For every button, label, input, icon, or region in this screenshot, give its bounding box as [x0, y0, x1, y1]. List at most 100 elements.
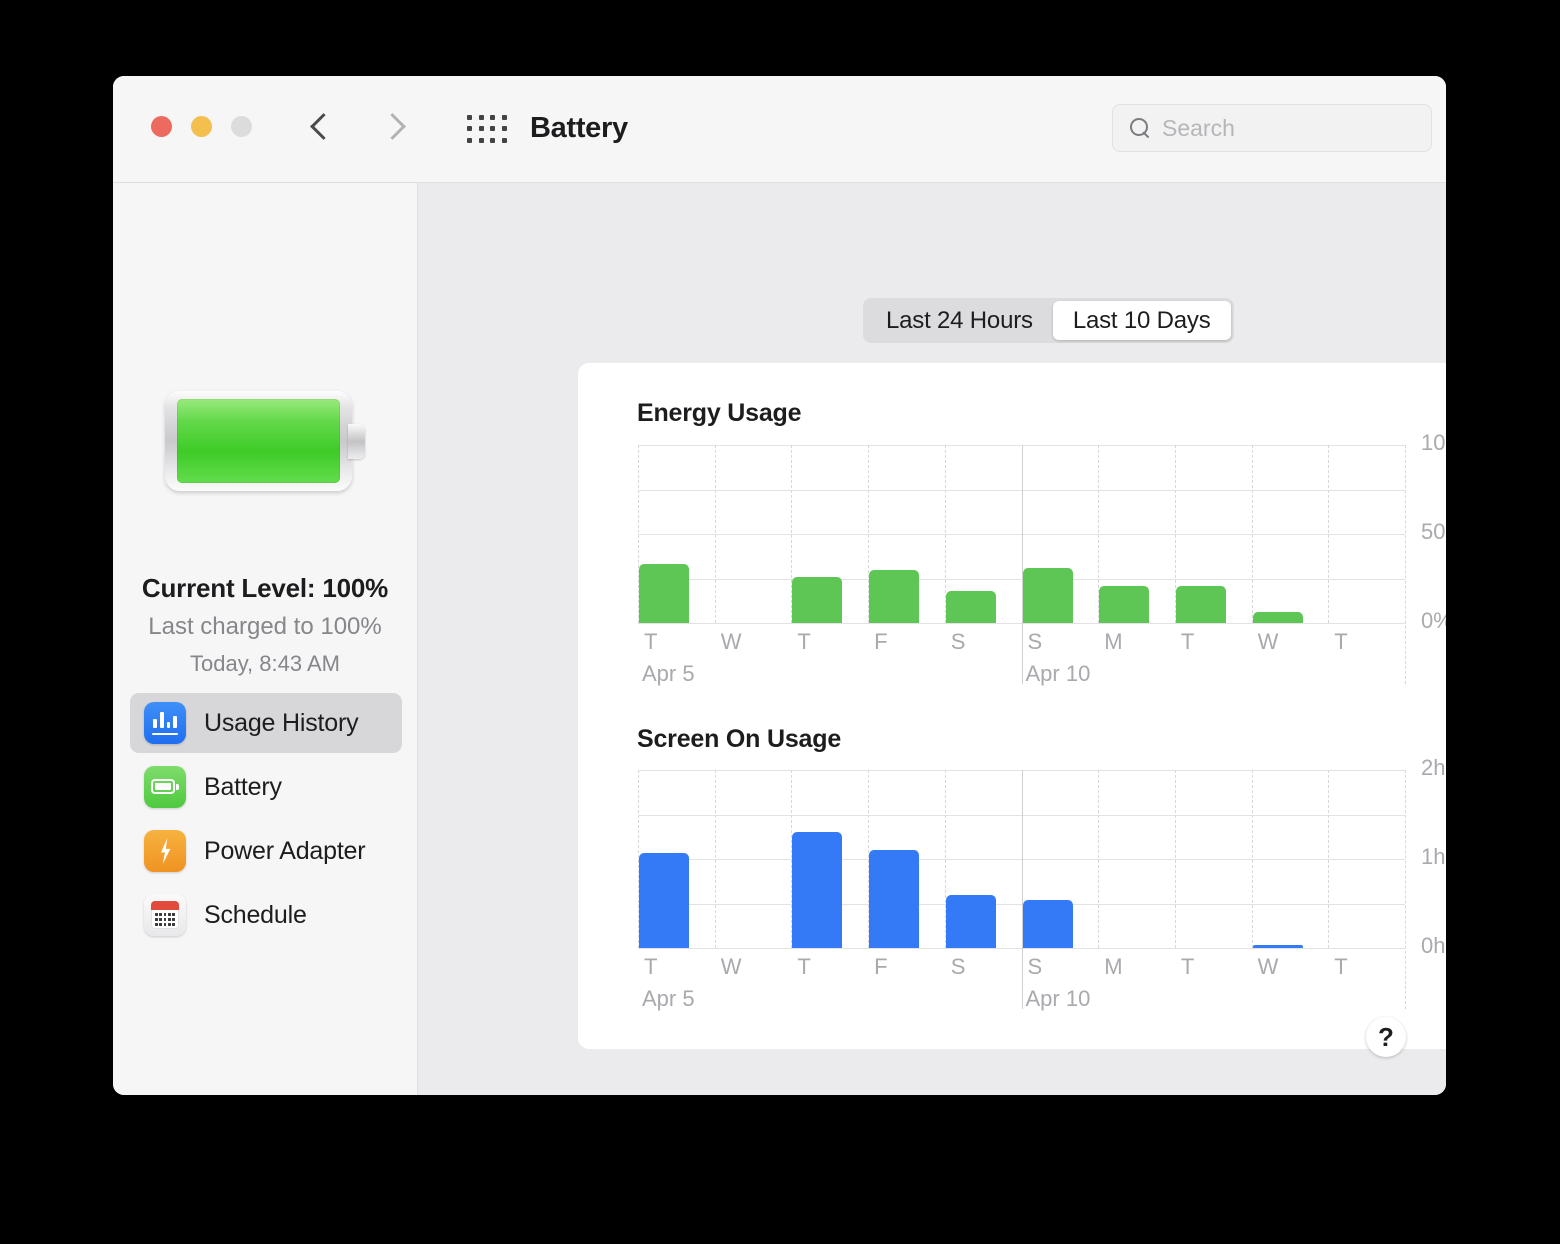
x-axis-tick-label: W [720, 629, 742, 654]
minimize-button[interactable] [191, 116, 212, 137]
gridline-vertical [714, 445, 716, 623]
battery-full-icon [165, 387, 365, 495]
screen-on-usage-chart: 0h 1h 2h T W T F S S M T W T Apr 5 Apr 10 [638, 755, 1445, 1011]
screen-on-usage-title: Screen On Usage [637, 725, 842, 753]
chart-bar [639, 852, 689, 948]
search-input[interactable]: Search [1112, 104, 1432, 152]
battery-icon [144, 766, 186, 808]
close-button[interactable] [151, 116, 172, 137]
search-icon [1129, 117, 1151, 139]
gridline-vertical [714, 770, 716, 948]
x-axis-tick-label: T [644, 629, 658, 654]
x-axis-tick-label: M [1104, 629, 1123, 654]
gridline-vertical [1405, 445, 1406, 684]
tab-last-24-hours[interactable]: Last 24 Hours [866, 301, 1053, 340]
x-axis-tick-label: T [797, 629, 811, 654]
forward-chevron-icon[interactable] [381, 109, 405, 147]
gridline-vertical [1251, 770, 1253, 948]
sidebar-item-usage-history[interactable]: Usage History [130, 693, 402, 753]
x-axis-tick-label: F [874, 629, 888, 654]
battery-terminal [348, 424, 365, 459]
y-axis-tick-label: 0h [1421, 933, 1446, 958]
search-placeholder: Search [1162, 114, 1235, 141]
x-axis-tick-label: S [950, 629, 966, 654]
x-axis-tick-label: T [797, 954, 811, 979]
gridline-vertical [1328, 445, 1330, 623]
gridline-vertical [1174, 770, 1176, 948]
chart-bar [792, 576, 843, 623]
calendar-icon [144, 894, 186, 936]
x-axis-tick-label: F [874, 954, 888, 979]
y-axis-tick-label: 100% [1421, 430, 1446, 455]
chart-bar [1022, 567, 1073, 623]
y-axis-tick-label: 2h [1421, 755, 1446, 780]
y-axis-tick-label: 0% [1421, 608, 1446, 633]
page-title: Battery [530, 112, 628, 144]
show-all-grid-icon[interactable] [467, 115, 509, 145]
battery-body [165, 391, 352, 491]
content-area: Last 24 Hours Last 10 Days Energy Usage … [418, 183, 1446, 1095]
gridline-vertical [1251, 445, 1253, 623]
last-charged-label: Last charged to 100% [148, 613, 382, 640]
sidebar: Current Level: 100% Last charged to 100%… [113, 183, 418, 1095]
tab-last-10-days[interactable]: Last 10 Days [1052, 301, 1231, 340]
traffic-lights [151, 116, 252, 137]
power-bolt-icon [144, 830, 186, 872]
x-axis-date-label: Apr 5 [642, 661, 695, 686]
help-button[interactable]: ? [1366, 1017, 1406, 1057]
sidebar-item-label: Battery [204, 772, 282, 801]
chart-bar [869, 850, 920, 948]
x-axis-date-label: Apr 10 [1025, 661, 1091, 686]
time-range-segmented-control: Last 24 Hours Last 10 Days [863, 298, 1234, 343]
chart-bar [1252, 612, 1303, 623]
y-axis-tick-label: 1h [1421, 844, 1446, 869]
x-axis-tick-label: S [950, 954, 966, 979]
battery-fill [177, 399, 340, 483]
current-level-label: Current Level: 100% [141, 573, 389, 603]
x-axis-tick-label: W [720, 954, 742, 979]
back-chevron-icon[interactable] [309, 109, 333, 147]
chart-bar [792, 832, 843, 948]
battery-preferences-window: Battery Search Current Level: 100% Last … [113, 76, 1446, 1095]
usage-charts-card: Energy Usage 0% 50% 100% T W T F S S M T W T Apr 5 Apr… [578, 363, 1446, 1049]
x-axis-tick-label: T [1180, 629, 1195, 654]
x-axis-tick-label: W [1257, 954, 1279, 979]
gridline-vertical [1098, 770, 1100, 948]
sidebar-item-label: Usage History [204, 708, 359, 737]
chart-bar [1022, 899, 1073, 948]
sidebar-item-label: Schedule [204, 900, 307, 929]
chart-bar [1175, 585, 1226, 623]
chart-bar [945, 590, 996, 623]
chart-bar [1099, 585, 1150, 623]
x-axis-tick-label: T [644, 954, 658, 979]
sidebar-item-label: Power Adapter [204, 836, 366, 865]
sidebar-item-schedule[interactable]: Schedule [130, 885, 402, 945]
x-axis-tick-label: T [1334, 954, 1348, 979]
x-axis-tick-label: T [1180, 954, 1195, 979]
zoom-button[interactable] [231, 116, 252, 137]
sidebar-item-battery[interactable]: Battery [130, 757, 402, 817]
y-axis-tick-label: 50% [1421, 519, 1446, 544]
last-charged-time-label: Today, 8:43 AM [189, 651, 340, 676]
energy-usage-chart: 0% 50% 100% T W T F S S M T W T Apr 5 Apr 10 [638, 430, 1446, 686]
gridline-vertical [1021, 770, 1023, 1009]
sidebar-nav-list: Usage History Battery Power Adapter Sche… [130, 693, 402, 949]
gridline-vertical [1328, 770, 1330, 948]
chart-bar [639, 564, 689, 623]
bar-chart-icon [144, 702, 186, 744]
chart-bar [869, 569, 920, 623]
chart-bar [1252, 945, 1303, 948]
navigation-buttons [309, 109, 405, 147]
sidebar-item-power-adapter[interactable]: Power Adapter [130, 821, 402, 881]
window-titlebar: Battery Search [113, 76, 1446, 183]
x-axis-tick-label: S [1027, 954, 1043, 979]
x-axis-date-label: Apr 5 [642, 986, 695, 1011]
x-axis-tick-label: T [1334, 629, 1348, 654]
gridline-vertical [1021, 445, 1023, 684]
x-axis-tick-label: S [1027, 629, 1043, 654]
energy-usage-title: Energy Usage [637, 399, 802, 427]
x-axis-date-label: Apr 10 [1025, 986, 1091, 1011]
gridline-vertical [1405, 770, 1406, 1009]
x-axis-tick-label: M [1104, 954, 1123, 979]
x-axis-tick-label: W [1257, 629, 1279, 654]
